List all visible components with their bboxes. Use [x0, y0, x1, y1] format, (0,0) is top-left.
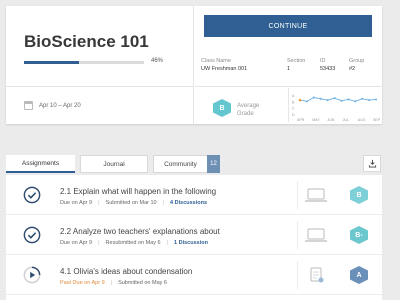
grade-point: [333, 97, 336, 100]
id-info: ID 53433: [320, 58, 335, 72]
grade-point: [326, 99, 329, 102]
due-date: Due on Apr 9: [60, 200, 93, 206]
due-date: Past Due on Apr 9: [60, 280, 105, 286]
x-tick-label: MAY: [312, 118, 320, 122]
submission-status: Resubmitted on May 6: [105, 240, 161, 246]
tab-community[interactable]: Community: [153, 155, 207, 173]
tab-journal[interactable]: Journal: [80, 155, 148, 173]
id-label: ID: [320, 58, 326, 64]
progress-fill: [24, 61, 80, 64]
y-tick-label: D: [292, 113, 295, 117]
assignments-list: 2.1 Explain what will happen in the foll…: [6, 175, 382, 300]
grade-badge: B-: [350, 226, 368, 244]
calendar-icon: [24, 101, 33, 110]
grade-point: [305, 100, 308, 103]
check-circle-icon: [23, 186, 41, 204]
assignment-row[interactable]: 2.2 Analyze two teachers' explanations a…: [6, 215, 382, 255]
laptop-icon: [305, 228, 327, 242]
date-range-row: Apr 10 – Apr 20: [24, 101, 81, 110]
class-name-info: Class Name UW Freshman 001: [201, 58, 247, 72]
due-date: Due on Apr 9: [60, 240, 93, 246]
grade-point: [340, 99, 343, 102]
grade-point: [312, 96, 315, 99]
y-tick-label: C: [292, 107, 295, 111]
divider: [297, 261, 298, 289]
tab-assignments[interactable]: Assignments: [6, 155, 75, 173]
grade-point: [361, 97, 364, 100]
assignment-title[interactable]: 2.2 Analyze two teachers' explanations a…: [60, 227, 220, 236]
grade-badge: A: [350, 266, 368, 284]
in-progress-icon: [23, 266, 41, 284]
group-label: Group: [349, 58, 365, 64]
x-tick-label: JUN: [327, 118, 334, 122]
divider: [297, 181, 298, 209]
average-grade-label-line2: Grade: [237, 110, 254, 117]
assignment-meta: Due on Apr 9 | Resubmitted on May 6 | 1 …: [60, 240, 208, 246]
discussions-link[interactable]: 1 Discussion: [174, 240, 208, 246]
divider: [297, 221, 298, 249]
download-icon: [368, 159, 376, 168]
grade-trend-line: [299, 97, 377, 102]
average-grade-label-line1: Average: [237, 103, 260, 109]
grade-point: [319, 97, 322, 100]
section-info: Section 1: [287, 58, 305, 72]
check-circle-icon: [23, 226, 41, 244]
class-name-value: UW Freshman 001: [201, 66, 248, 72]
section-value: 1: [287, 66, 291, 72]
divider: [288, 88, 289, 122]
date-range: Apr 10 – Apr 20: [39, 102, 81, 109]
course-summary: BioScience 101 46% Apr 10 – Apr 20: [6, 6, 194, 124]
x-tick-label: SEP: [373, 118, 380, 122]
divider: [6, 86, 194, 87]
y-tick-label: B: [292, 100, 295, 104]
submission-status: Submitted on May 6: [118, 280, 167, 286]
community-count-badge: 12: [207, 155, 220, 173]
discussions-link[interactable]: 4 Discussions: [170, 200, 207, 206]
separator: |: [162, 200, 165, 206]
assignment-title[interactable]: 2.1 Explain what will happen in the foll…: [60, 187, 216, 196]
progress-bar: [24, 61, 144, 64]
grade-point: [347, 98, 350, 101]
laptop-icon: [305, 188, 327, 202]
course-title: BioScience 101: [24, 32, 149, 51]
grade-point: [375, 98, 377, 101]
grade-badge: B: [350, 186, 368, 204]
assignment-row[interactable]: 4.1 Olivia's ideas about condensation Pa…: [6, 255, 382, 295]
grade-point: [298, 98, 302, 102]
x-tick-label: AUG: [358, 118, 366, 122]
download-button[interactable]: [363, 155, 381, 172]
separator: |: [98, 200, 100, 206]
divider: [195, 86, 382, 87]
grade-trend-chart: ABCDAPR MAY JUN JUL AUG SEP: [292, 94, 380, 122]
group-value: #2: [349, 66, 356, 72]
x-tick-label: APR: [297, 118, 305, 122]
average-grade-badge: B: [213, 99, 231, 117]
group-info: Group #2: [349, 58, 364, 72]
continue-button[interactable]: CONTINUE: [204, 15, 372, 37]
grade-point: [368, 99, 371, 102]
separator: |: [110, 280, 113, 286]
average-grade-label: Average Grade: [237, 103, 259, 118]
separator: |: [166, 240, 169, 246]
x-tick-label: JUL: [343, 118, 349, 122]
progress-label: 46%: [151, 58, 164, 64]
id-value: 53433: [320, 66, 336, 72]
submission-status: Submitted on Mar 10: [105, 200, 157, 206]
section-label: Section: [287, 58, 306, 64]
assignment-meta: Due on Apr 9 | Submitted on Mar 10 | 4 D…: [60, 200, 207, 206]
class-name-label: Class Name: [201, 58, 231, 64]
document-icon: [310, 267, 324, 283]
separator: |: [98, 240, 100, 246]
assignment-title[interactable]: 4.1 Olivia's ideas about condensation: [60, 267, 192, 276]
grade-point: [354, 100, 357, 103]
assignment-row[interactable]: 2.1 Explain what will happen in the foll…: [6, 175, 382, 215]
course-card: BioScience 101 46% Apr 10 – Apr 20 CONTI…: [6, 6, 382, 124]
y-tick-label: A: [292, 94, 295, 98]
assignment-meta: Past Due on Apr 9 | Submitted on May 6: [60, 280, 167, 286]
